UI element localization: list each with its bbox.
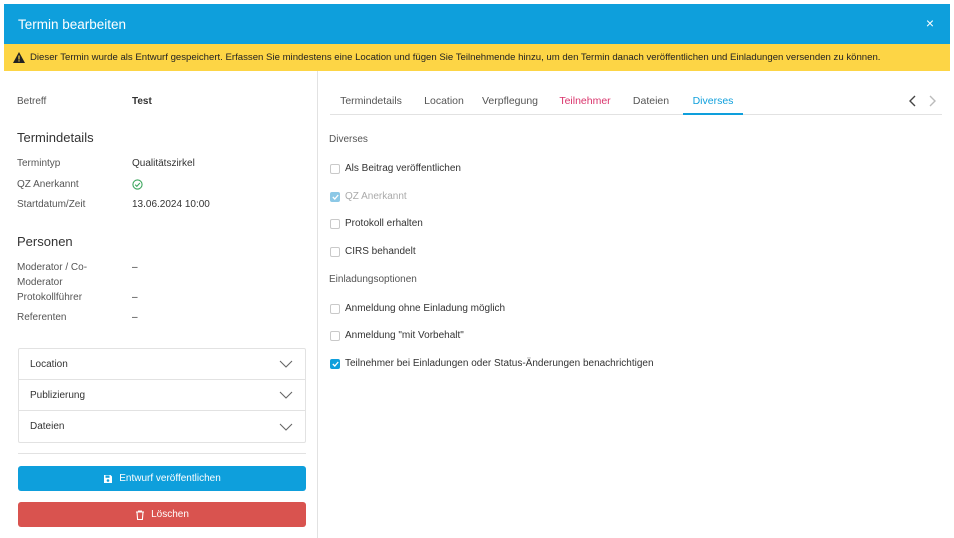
checkbox[interactable] xyxy=(330,246,340,257)
checkbox[interactable] xyxy=(330,303,340,314)
moderator-label-line1: Moderator / Co- xyxy=(17,262,88,273)
moderator-value: – xyxy=(132,262,138,273)
option-anmeldung-mit-vorbehalt[interactable]: Anmeldung "mit Vorbehalt" xyxy=(330,330,464,341)
termintyp-value: Qualitätszirkel xyxy=(132,158,195,169)
divider xyxy=(18,453,306,454)
option-label: Als Beitrag veröffentlichen xyxy=(345,163,461,174)
protokollfuehrer-value: – xyxy=(132,292,138,303)
delete-label: Löschen xyxy=(151,509,189,520)
checkbox xyxy=(330,191,340,202)
option-label: Anmeldung "mit Vorbehalt" xyxy=(345,330,464,341)
accordion-item-label: Location xyxy=(30,358,68,370)
dialog-title: Termin bearbeiten xyxy=(18,16,127,32)
referenten-value: – xyxy=(132,312,138,323)
personen-title: Personen xyxy=(17,234,73,249)
checkmark-icon xyxy=(331,361,339,367)
referenten-label: Referenten xyxy=(17,312,67,323)
draft-warning-banner: Dieser Termin wurde als Entwurf gespeich… xyxy=(4,44,950,71)
option-label: Teilnehmer bei Einladungen oder Status-Ä… xyxy=(345,358,654,369)
option-teilnehmer-benachrichtigen[interactable]: Teilnehmer bei Einladungen oder Status-Ä… xyxy=(330,358,654,369)
close-icon[interactable]: × xyxy=(922,15,938,31)
option-protokoll-erhalten[interactable]: Protokoll erhalten xyxy=(330,218,423,229)
right-panel: Termindetails Location Verpflegung Teiln… xyxy=(319,71,950,538)
chevron-down-icon xyxy=(279,360,293,368)
checkbox[interactable] xyxy=(330,358,340,369)
option-label: Protokoll erhalten xyxy=(345,218,423,229)
option-cirs-behandelt[interactable]: CIRS behandelt xyxy=(330,246,416,257)
moderator-label-line2: Moderator xyxy=(17,277,63,288)
einladungsoptionen-title: Einladungsoptionen xyxy=(329,274,417,285)
option-label: QZ Anerkannt xyxy=(345,191,407,202)
chevron-right-icon[interactable] xyxy=(927,95,937,107)
accordion-item-location[interactable]: Location xyxy=(19,349,305,380)
option-label: Anmeldung ohne Einladung möglich xyxy=(345,303,506,314)
check-circle-icon xyxy=(132,179,143,190)
tab-termindetails[interactable]: Termindetails xyxy=(330,88,412,115)
accordion-item-label: Publizierung xyxy=(30,389,86,401)
accordion-item-publizierung[interactable]: Publizierung xyxy=(19,380,305,411)
tab-verpflegung[interactable]: Verpflegung xyxy=(477,88,543,115)
termintyp-label: Termintyp xyxy=(17,158,61,169)
tab-teilnehmer[interactable]: Teilnehmer xyxy=(554,88,616,115)
diverses-section-title: Diverses xyxy=(329,134,368,145)
checkbox[interactable] xyxy=(330,330,340,341)
accordion-item-label: Dateien xyxy=(30,421,65,432)
startdatum-value: 13.06.2024 10:00 xyxy=(132,199,210,210)
betreff-label: Betreff xyxy=(17,96,47,107)
trash-icon xyxy=(136,509,145,520)
publish-draft-button[interactable]: Entwurf veröffentlichen xyxy=(18,466,306,491)
checkmark-icon xyxy=(331,194,339,200)
accordion-item-dateien[interactable]: Dateien xyxy=(19,411,305,442)
tab-bar: Termindetails Location Verpflegung Teiln… xyxy=(330,88,942,115)
dialog-header: Termin bearbeiten × xyxy=(4,4,950,44)
option-anmeldung-ohne-einladung[interactable]: Anmeldung ohne Einladung möglich xyxy=(330,303,505,314)
accordion: Location Publizierung Dateien xyxy=(18,348,306,443)
chevron-left-icon[interactable] xyxy=(908,95,918,107)
checkbox[interactable] xyxy=(330,163,340,174)
save-icon xyxy=(104,474,113,483)
publish-draft-label: Entwurf veröffentlichen xyxy=(119,473,221,484)
protokollfuehrer-label: Protokollführer xyxy=(17,292,83,303)
chevron-down-icon xyxy=(279,391,293,399)
chevron-down-icon xyxy=(279,423,293,431)
delete-button[interactable]: Löschen xyxy=(18,502,306,527)
option-als-beitrag[interactable]: Als Beitrag veröffentlichen xyxy=(330,163,461,174)
checkbox[interactable] xyxy=(330,218,340,229)
betreff-value: Test xyxy=(132,96,152,107)
warning-icon xyxy=(13,52,25,63)
tab-dateien[interactable]: Dateien xyxy=(626,88,676,115)
tab-location[interactable]: Location xyxy=(414,88,474,115)
termindetails-title: Termindetails xyxy=(17,130,94,145)
qz-anerkannt-label: QZ Anerkannt xyxy=(17,179,79,190)
startdatum-label: Startdatum/Zeit xyxy=(17,199,86,210)
tab-diverses[interactable]: Diverses xyxy=(683,88,743,115)
left-panel: Betreff Test Termindetails Termintyp Qua… xyxy=(4,71,318,538)
warning-text: Dieser Termin wurde als Entwurf gespeich… xyxy=(30,52,881,63)
option-label: CIRS behandelt xyxy=(345,246,416,257)
option-qz-anerkannt: QZ Anerkannt xyxy=(330,191,407,202)
